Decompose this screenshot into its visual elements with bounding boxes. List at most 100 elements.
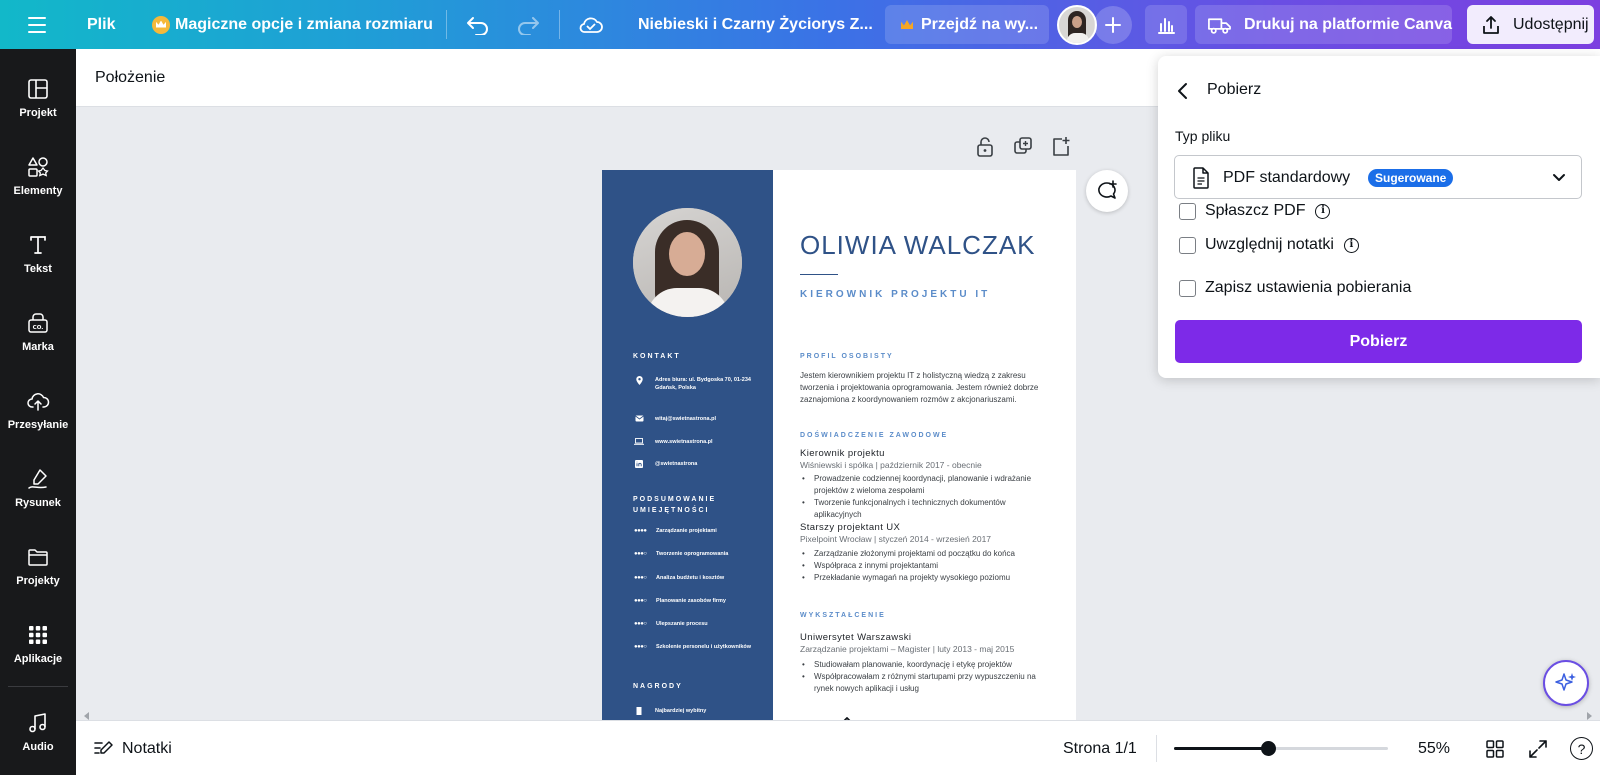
back-button[interactable] [1176,82,1188,105]
add-collaborator-button[interactable] [1094,0,1132,49]
file-menu[interactable]: Plik [87,0,115,49]
print-canva-button[interactable]: Drukuj na platformie Canva [1195,5,1452,44]
bottombar-divider [1156,735,1157,762]
zoom-level[interactable]: 55% [1418,721,1450,775]
job-title: Starszy projektant UX [800,522,901,533]
grid-view-icon [1486,739,1504,758]
hamburger-menu-button[interactable] [28,0,48,49]
bar-chart-icon [1158,17,1175,34]
file-type-select[interactable]: PDF standardowy Sugerowane [1174,155,1582,199]
skill-item: ●●●○ Szkolenie personelu i użytkowników [634,644,752,650]
cloud-check-icon [579,17,603,33]
design-page[interactable]: KONTAKT Adres biura: ul. Bydgoska 70, 01… [602,170,1076,720]
sidebar-item-brand[interactable]: CO. Marka [0,297,76,367]
draw-icon [28,469,47,489]
magic-resize-button[interactable]: Magiczne opcje i zmiana rozmiaru [152,0,433,49]
location-pin-icon [635,376,643,385]
sidebar-item-draw[interactable]: Rysunek [0,453,76,523]
undo-icon [467,16,488,35]
job-bullets: Zarządzanie złożonymi projektami od pocz… [802,548,1042,584]
sidebar-item-label: Elementy [13,185,63,197]
avatar [1057,4,1097,45]
scroll-right-icon [1587,712,1592,720]
skills-heading: PODSUMOWANIE UMIEJĘTNOŚCI [633,496,717,514]
sidebar-item-label: Projekty [16,575,60,587]
sidebar-item-apps[interactable]: Aplikacje [0,609,76,679]
menu-icon [28,16,46,33]
page-indicator[interactable]: Strona 1/1 [1063,721,1137,775]
add-comment-button[interactable] [1086,170,1128,212]
crown-icon [152,15,170,34]
toolbar-divider [446,10,447,39]
user-avatar[interactable] [1057,0,1097,49]
resume-sidebar: KONTAKT Adres biura: ul. Bydgoska 70, 01… [602,170,773,720]
lock-button[interactable] [975,136,995,160]
chevron-down-icon [1553,174,1565,181]
position-button[interactable]: Położenie [95,69,165,87]
duplicate-page-button[interactable] [1013,136,1033,160]
magic-assistant-button[interactable] [1543,660,1589,706]
top-toolbar: Plik Magiczne opcje i zmiana rozmiaru Ni… [0,0,1600,49]
sidebar-item-elements[interactable]: Elementy [0,141,76,211]
list-item: Współpraca z innymi projektantami [802,560,1042,572]
skill-item: ●●●○ Planowanie zasobów firmy [634,598,726,604]
file-type-label: Typ pliku [1175,128,1231,144]
notes-button[interactable]: Notatki [94,721,172,775]
upgrade-button[interactable]: Przejdź na wy... [885,5,1049,44]
add-page-icon [1053,137,1070,156]
info-icon[interactable]: i [1343,237,1359,253]
sidebar-item-audio[interactable]: Audio [0,697,76,767]
insights-button[interactable] [1145,5,1187,44]
save-settings-checkbox[interactable] [1179,279,1196,297]
scroll-left-icon [84,712,89,720]
name-divider [800,274,838,275]
layout-icon [28,79,48,99]
crown-icon [901,20,913,29]
skill-item: ●●●○ Tworzenie oprogramowania [634,551,729,557]
cloud-save-status[interactable] [578,0,604,49]
save-settings-option: Zapisz ustawienia pobierania [1179,279,1411,297]
profile-text: Jestem kierownikiem projektu IT z holist… [800,371,1039,404]
contact-social: @swietnastrona [634,460,697,468]
undo-button[interactable] [466,0,490,49]
sparkle-icon [1555,673,1576,691]
website-text: www.swietnastrona.pl [655,439,713,445]
share-upload-icon [1483,15,1499,34]
folder-icon [28,549,48,566]
sidebar-item-uploads[interactable]: Przesyłanie [0,375,76,445]
flatten-pdf-checkbox[interactable] [1179,202,1196,220]
sidebar-item-label: Rysunek [15,497,61,509]
contact-heading: KONTAKT [633,353,681,360]
include-notes-checkbox[interactable] [1179,236,1196,254]
education-heading: WYKSZTAŁCENIE [800,612,886,619]
upgrade-label: Przejdź na wy... [921,15,1039,33]
notes-pencil-icon [94,740,113,754]
apps-grid-icon [29,626,47,644]
left-sidebar: Projekt Elementy Tekst CO. Marka Przesył… [0,49,76,775]
document-title[interactable]: Niebieski i Czarny Życiorys Z... [638,0,873,49]
sidebar-item-design[interactable]: Projekt [0,63,76,133]
file-document-icon [1193,167,1209,189]
download-button[interactable]: Pobierz [1175,320,1582,363]
zoom-slider[interactable] [1174,741,1388,756]
comment-plus-icon [1098,180,1117,199]
resume-name: OLIWIA WALCZAK [800,230,1036,260]
experience-heading: DOŚWIADCZENIE ZAWODOWE [800,432,949,439]
sidebar-item-text[interactable]: Tekst [0,219,76,289]
skill-item: ●●●● Zarządzanie projektami [634,528,717,534]
list-item: Prowadzenie codziennej koordynacji, plan… [802,473,1042,497]
contact-website: www.swietnastrona.pl [634,438,713,446]
duplicate-icon [1014,137,1032,154]
zoom-slider-handle[interactable] [1261,741,1277,756]
sidebar-item-projects[interactable]: Projekty [0,531,76,601]
redo-button[interactable] [516,0,540,49]
help-button[interactable]: ? [1570,721,1593,775]
list-item: Tworzenie funkcjonalnych i technicznych … [802,497,1042,521]
share-button[interactable]: Udostępnij [1467,5,1594,44]
info-icon[interactable]: i [1315,203,1331,219]
add-page-button[interactable] [1051,136,1071,160]
grid-view-button[interactable] [1486,721,1504,775]
lock-icon [977,137,993,157]
fullscreen-button[interactable] [1529,721,1547,775]
sidebar-divider [8,686,68,687]
